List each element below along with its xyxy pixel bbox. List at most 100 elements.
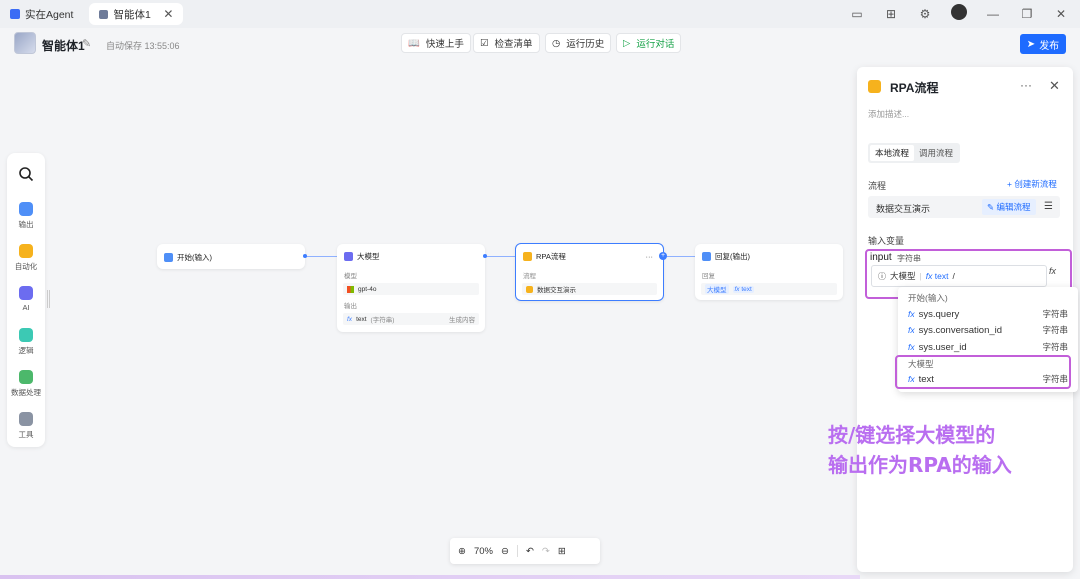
search-icon[interactable] xyxy=(18,166,34,182)
list-settings-icon[interactable]: ☰ xyxy=(1044,201,1053,212)
tools-icon xyxy=(19,412,33,426)
tab-home[interactable]: 实在Agent xyxy=(0,3,83,25)
book-icon: 📖 xyxy=(408,37,420,49)
toolbar-output[interactable]: 输出 xyxy=(7,202,45,230)
output-label: 输出 xyxy=(344,303,357,310)
layout-grid-icon[interactable]: ⊞ xyxy=(558,546,566,557)
agent-avatar xyxy=(14,32,36,54)
zoom-bar: ⊕ 70% ⊖ ↶ ↷ ⊞ xyxy=(450,538,600,564)
edge-start-llm xyxy=(305,256,338,257)
llm-icon xyxy=(344,252,353,261)
dropdown-item[interactable]: fx sys.user_id 字符串 xyxy=(908,340,1068,354)
create-flow-link[interactable]: + 创建新流程 xyxy=(1007,178,1057,190)
autosave-status: 自动保存 13:55:06 xyxy=(106,41,180,51)
node-title: 大模型 xyxy=(357,252,380,261)
restore-icon[interactable]: ❐ xyxy=(1018,7,1036,21)
agent-tab-icon xyxy=(99,9,109,19)
flow-field: 数据交互演示 xyxy=(522,283,657,295)
input-value-field[interactable]: ⓘ 大模型 | fx text / xyxy=(871,265,1047,287)
checklist-icon: ☑ xyxy=(480,37,489,49)
tab-agent[interactable]: 智能体1 ✕ xyxy=(89,3,184,25)
tab-label: 实在Agent xyxy=(25,8,74,21)
publish-button[interactable]: ➤ 发布 xyxy=(1020,34,1066,54)
description-input[interactable]: 添加描述... xyxy=(868,108,909,120)
more-icon[interactable]: ··· xyxy=(646,252,654,261)
node-llm[interactable]: 大模型 模型 gpt-4o 输出 fx text (字符串) 生成内容 xyxy=(337,244,485,332)
zoom-out-icon[interactable]: ⊖ xyxy=(501,546,509,557)
pencil-icon: ✎ xyxy=(987,202,995,212)
zoom-in-icon[interactable]: ⊕ xyxy=(458,546,466,557)
edge-rpa-reply xyxy=(664,256,695,257)
edit-name-icon[interactable]: ✎ xyxy=(82,37,91,50)
var-tag: fx text xyxy=(925,271,949,281)
automation-icon xyxy=(19,244,33,258)
reply-var-tag: fx text xyxy=(732,285,754,293)
bottom-accent xyxy=(0,575,860,579)
reply-field: 大模型 fx text xyxy=(701,283,837,295)
run-chat-button[interactable]: ▷ 运行对话 xyxy=(616,33,682,53)
toolbar-logic[interactable]: 逻辑 xyxy=(7,328,45,356)
edit-flow-button[interactable]: ✎ 编辑流程 xyxy=(982,199,1036,215)
tab-bar: 实在Agent 智能体1 ✕ ▭ ⊞ ⚙ — ❐ ✕ xyxy=(0,0,1080,28)
more-icon[interactable]: ··· xyxy=(1020,78,1032,92)
edge-llm-rpa xyxy=(484,256,516,257)
fx-button[interactable]: fx xyxy=(1049,266,1056,276)
add-node-icon[interactable]: + xyxy=(659,252,667,260)
agent-name: 智能体1 xyxy=(42,39,85,53)
tab-call-flow[interactable]: 调用流程 xyxy=(914,145,958,161)
toolbar-data-processing[interactable]: 数据处理 xyxy=(7,370,45,398)
node-toolbar: 输出 自动化 AI 逻辑 数据处理 工具 xyxy=(7,153,45,447)
node-reply[interactable]: 回复(输出) 回复 大模型 fx text xyxy=(695,244,843,300)
data-processing-icon xyxy=(19,370,33,384)
redo-icon[interactable]: ↷ xyxy=(542,546,550,557)
model-logo-icon xyxy=(347,285,354,293)
play-icon: ▷ xyxy=(623,37,631,49)
dropdown-item[interactable]: fx sys.query 字符串 xyxy=(908,307,1068,321)
resize-handle[interactable] xyxy=(47,290,50,308)
llm-output-port[interactable] xyxy=(483,254,487,258)
flow-label: 流程 xyxy=(523,273,536,280)
history-icon: ◷ xyxy=(552,37,561,49)
user-avatar[interactable] xyxy=(950,4,968,23)
start-icon xyxy=(164,253,173,262)
model-field: gpt-4o xyxy=(343,283,479,295)
fx-icon: fx xyxy=(347,315,353,323)
dropdown-item[interactable]: fx sys.conversation_id 字符串 xyxy=(908,323,1068,337)
node-rpa[interactable]: RPA流程 ··· 流程 数据交互演示 xyxy=(515,243,664,301)
reply-icon xyxy=(702,252,711,261)
close-icon[interactable]: ✕ xyxy=(1052,7,1070,21)
toolbar-ai[interactable]: AI xyxy=(7,286,45,312)
app-logo-icon xyxy=(10,9,20,19)
tab-local-flow[interactable]: 本地流程 xyxy=(870,145,915,161)
logic-icon xyxy=(19,328,33,342)
gift-icon[interactable]: ⊞ xyxy=(882,7,900,21)
node-start[interactable]: 开始(输入) xyxy=(157,244,305,269)
input-vars-label: 输入变量 xyxy=(868,236,905,246)
minimize-icon[interactable]: — xyxy=(984,7,1002,21)
start-output-port[interactable] xyxy=(303,254,307,258)
close-icon[interactable]: ✕ xyxy=(1049,78,1060,94)
node-title: 回复(输出) xyxy=(715,252,750,261)
send-icon: ➤ xyxy=(1026,38,1036,50)
checklist-button[interactable]: ☑ 检查清单 xyxy=(473,33,540,53)
llm-output-highlight xyxy=(895,355,1071,389)
toolbar-tools[interactable]: 工具 xyxy=(7,412,45,440)
model-label: 模型 xyxy=(344,273,357,280)
run-history-button[interactable]: ◷ 运行历史 xyxy=(545,33,612,53)
panel-title: RPA流程 xyxy=(890,81,939,95)
monitor-icon[interactable]: ▭ xyxy=(848,7,866,21)
editor-header: 智能体1 ✎ 自动保存 13:55:06 📖 快速上手 ☑ 检查清单 ◷ 运行历史 ▷… xyxy=(0,28,1080,60)
flow-selector[interactable]: 数据交互演示 ✎ 编辑流程 ☰ xyxy=(868,196,1060,218)
zoom-level: 70% xyxy=(473,545,493,557)
undo-icon[interactable]: ↶ xyxy=(526,546,534,557)
toolbar-automation[interactable]: 自动化 xyxy=(7,244,45,272)
quick-start-button[interactable]: 📖 快速上手 xyxy=(401,33,471,53)
input-var-type: 字符串 xyxy=(897,254,921,263)
close-tab-icon[interactable]: ✕ xyxy=(163,7,173,21)
ai-icon xyxy=(19,286,33,300)
node-title: 开始(输入) xyxy=(177,253,212,262)
flow-label: 流程 xyxy=(868,181,887,191)
flow-source-toggle: 本地流程 调用流程 xyxy=(868,143,961,163)
tab-label: 智能体1 xyxy=(113,8,151,21)
gear-icon[interactable]: ⚙ xyxy=(916,7,934,21)
